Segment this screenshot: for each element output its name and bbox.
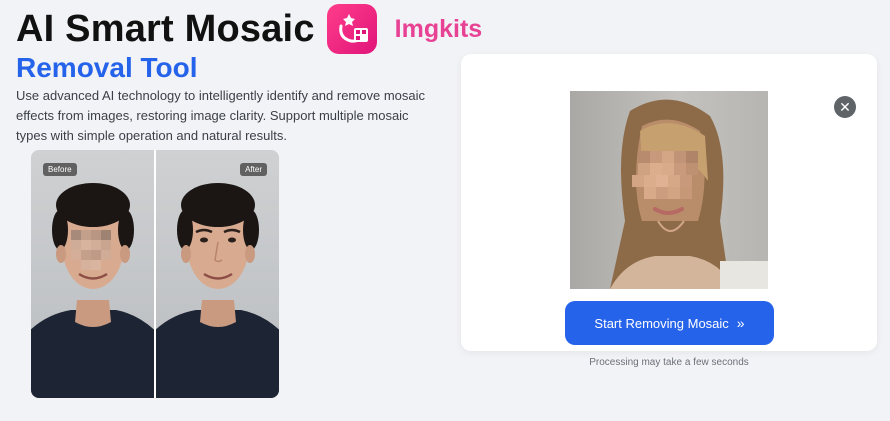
start-button-label: Start Removing Mosaic — [594, 315, 729, 331]
uploaded-image-preview — [570, 91, 768, 289]
processing-note: Processing may take a few seconds — [589, 357, 749, 368]
start-removing-mosaic-button[interactable]: Start Removing Mosaic » — [565, 301, 774, 345]
close-icon[interactable]: ✕ — [834, 96, 856, 118]
upload-preview-card: ✕ Start Removing Mosaic » — [461, 54, 877, 351]
after-label: After — [240, 163, 267, 176]
before-image — [31, 150, 154, 398]
page-title: AI Smart Mosaic — [16, 8, 315, 50]
page-description: Use advanced AI technology to intelligen… — [16, 88, 426, 143]
before-label: Before — [43, 163, 77, 176]
brand-name: Imgkits — [394, 15, 483, 43]
before-after-comparison: Before After — [31, 150, 279, 398]
imgkits-logo-icon — [326, 4, 377, 54]
title-row: AI Smart Mosaic Imgkits — [16, 4, 482, 54]
double-chevron-right-icon: » — [736, 315, 745, 331]
after-image — [156, 150, 279, 398]
page-subtitle: Removal Tool — [16, 52, 198, 83]
